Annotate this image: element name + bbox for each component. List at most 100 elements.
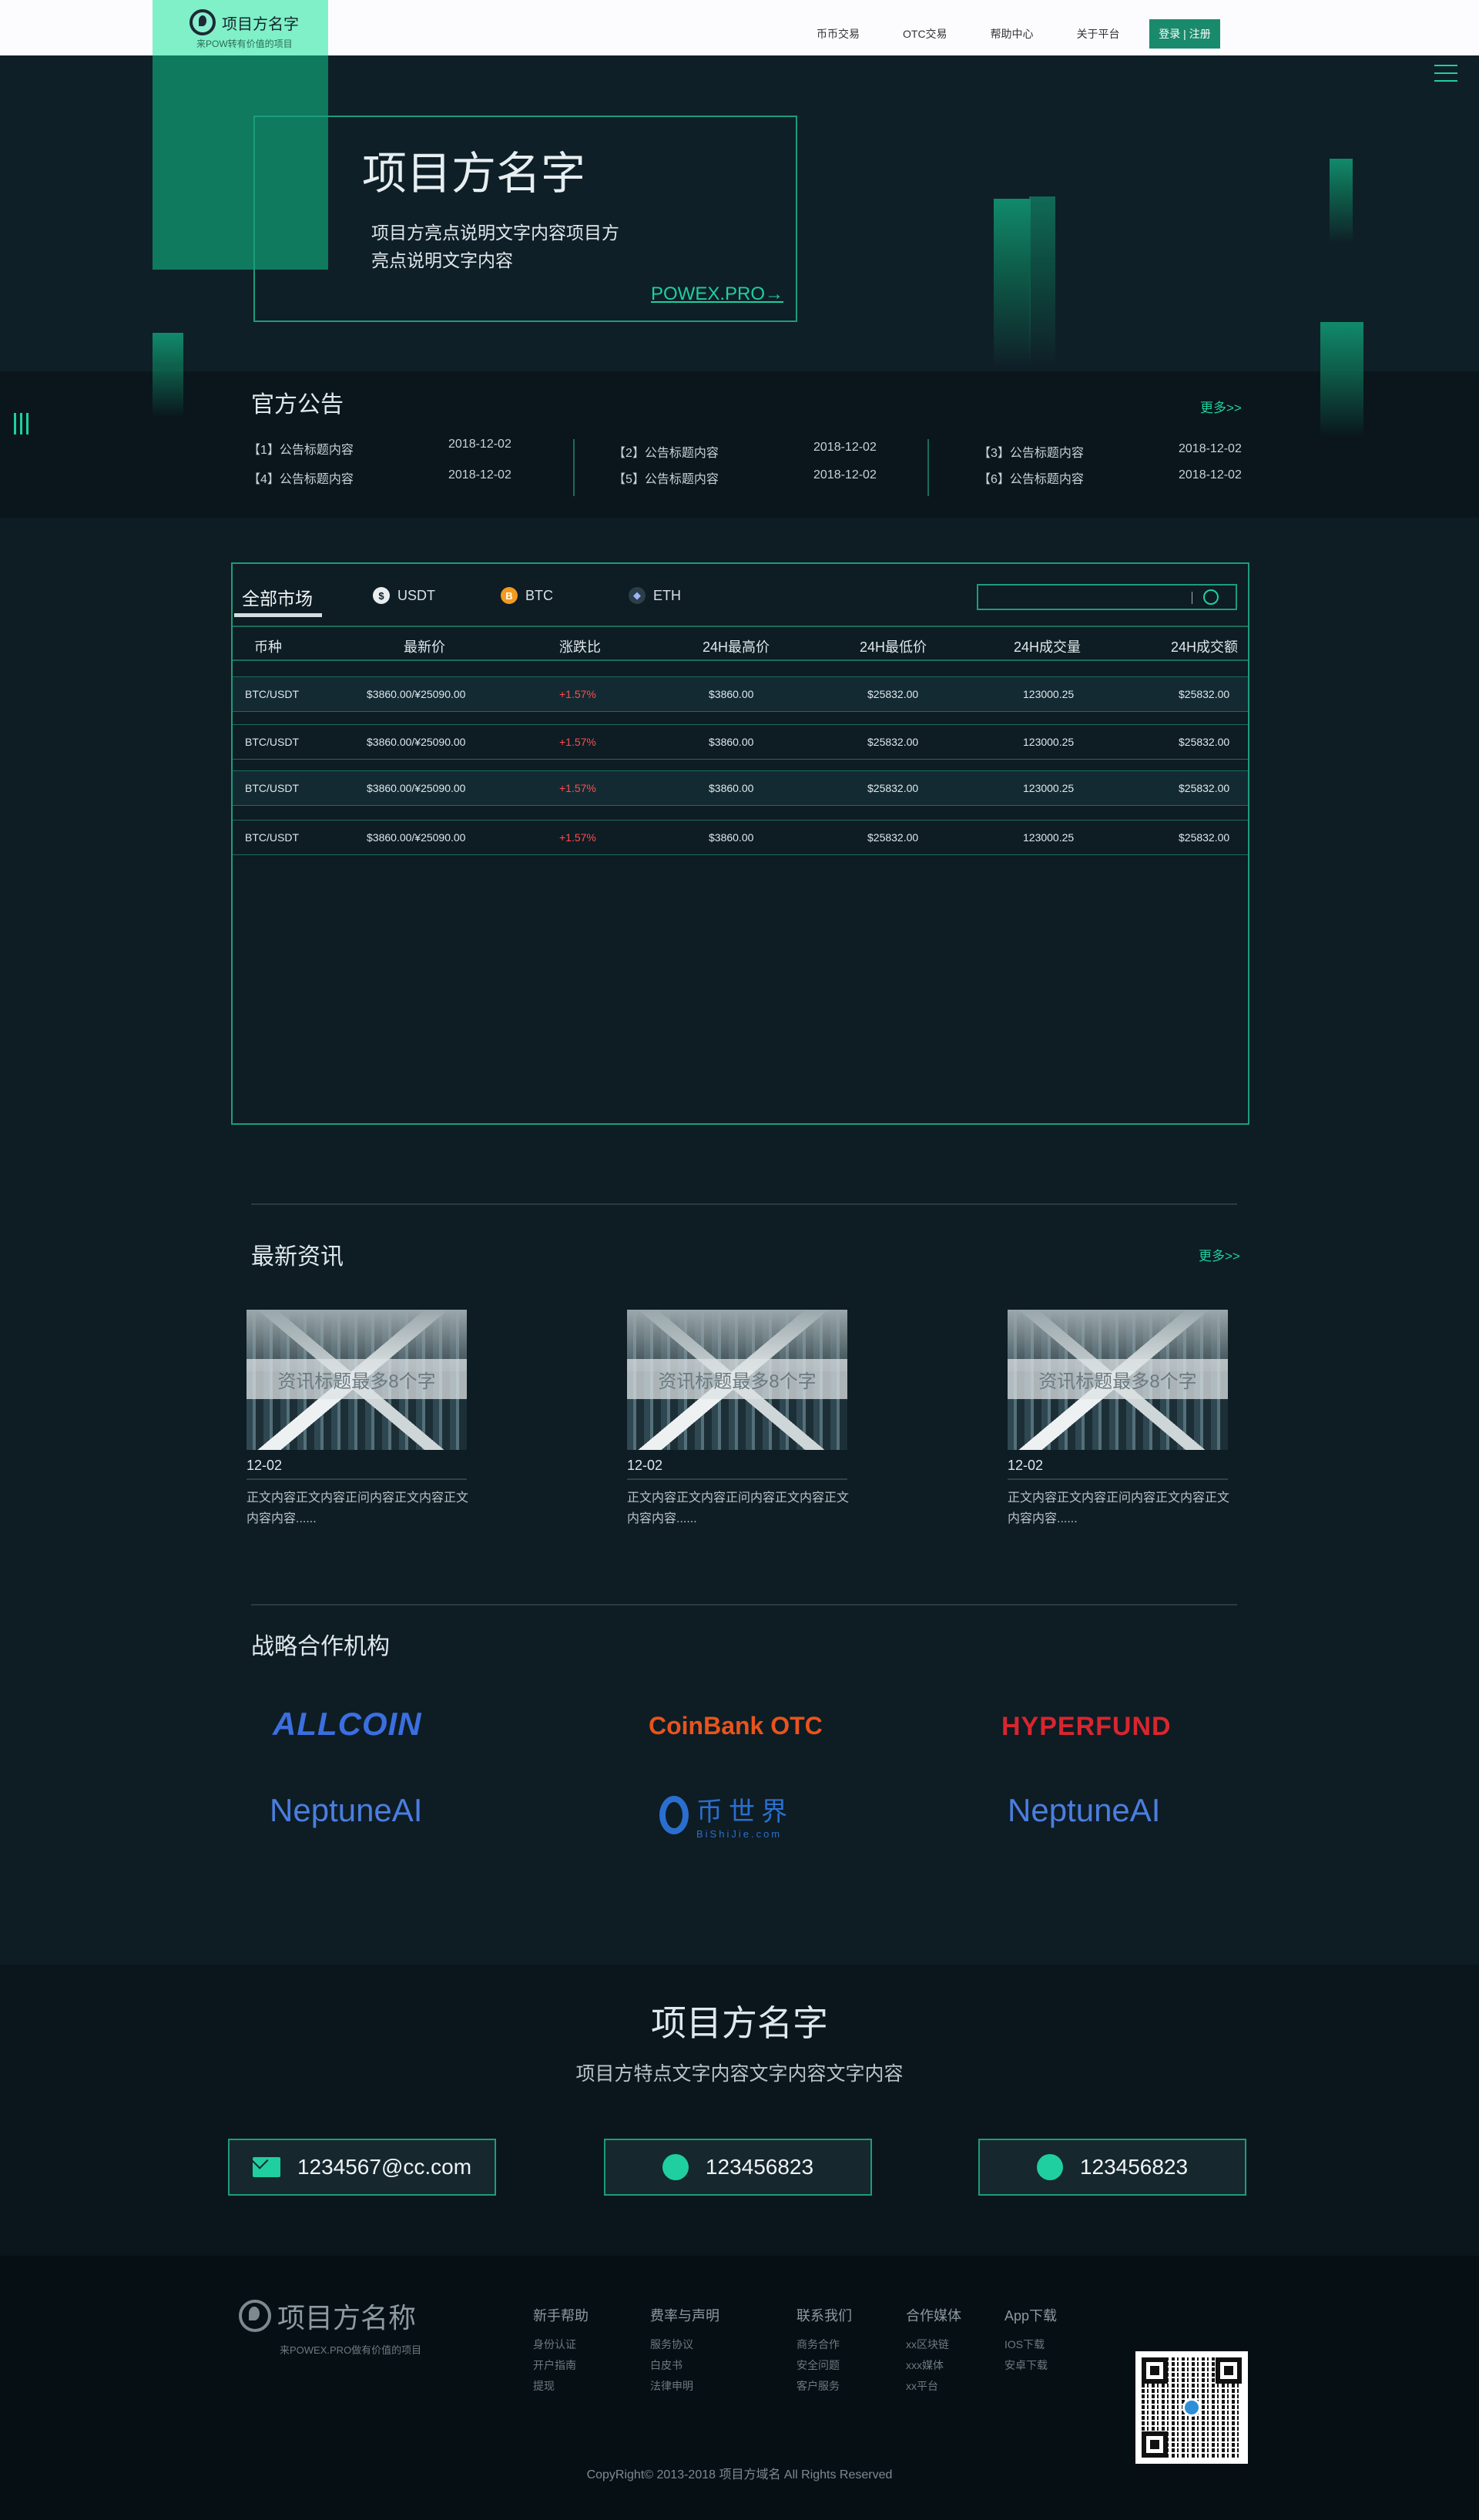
- announcement-item[interactable]: 【3】公告标题内容: [978, 442, 1084, 461]
- announcement-more-link[interactable]: 更多>>: [1200, 397, 1242, 416]
- section-divider: [251, 1203, 1237, 1205]
- footer-link-ios[interactable]: IOS下载: [1004, 2334, 1057, 2355]
- cell-turnover: $25832.00: [1179, 782, 1230, 794]
- col-header-pair[interactable]: 币种: [254, 636, 282, 656]
- partner-neptuneai-logo[interactable]: NeptuneAI: [270, 1792, 422, 1829]
- footer-col-head: 新手帮助: [533, 2308, 589, 2324]
- col-header-price[interactable]: 最新价: [404, 636, 445, 656]
- login-register-button[interactable]: 登录 | 注册: [1149, 19, 1220, 49]
- announcement-item[interactable]: 【1】公告标题内容: [248, 439, 354, 458]
- usdt-icon: $: [373, 587, 390, 604]
- news-caption: 资讯标题最多8个字: [1008, 1359, 1228, 1399]
- partners-section-title: 战略合作机构: [251, 1634, 390, 1659]
- nav-spot-trading[interactable]: 币币交易: [817, 26, 860, 42]
- partner-hyperfund-logo[interactable]: HYPERFUND: [1001, 1712, 1172, 1742]
- brand-title: 项目方名字: [222, 15, 299, 33]
- tab-usdt[interactable]: $ USDT: [373, 587, 435, 604]
- nav-links: 币币交易 OTC交易 帮助中心 关于平台: [817, 26, 1120, 42]
- news-card[interactable]: 资讯标题最多8个字 12-02 正文内容正文内容正问内容正文内容正文内容内容..…: [1008, 1310, 1231, 1529]
- pillar-decoration: [153, 333, 183, 418]
- footer-link[interactable]: 法律申明: [650, 2376, 719, 2397]
- hero-link[interactable]: POWEX.PRO→: [651, 284, 783, 305]
- cell-low: $25832.00: [867, 688, 919, 700]
- news-excerpt: 正文内容正文内容正问内容正文内容正文内容内容......: [627, 1492, 850, 1525]
- partner-allcoin-logo[interactable]: ALLCOIN: [273, 1706, 422, 1743]
- cell-high: $3860.00: [709, 782, 754, 794]
- contact-wechat-box[interactable]: 123456823: [604, 2139, 872, 2196]
- copyright: CopyRight© 2013-2018 项目方域名 All Rights Re…: [586, 2468, 893, 2481]
- footer-link[interactable]: 服务协议: [650, 2334, 719, 2355]
- col-header-turnover[interactable]: 24H成交额: [1171, 636, 1238, 656]
- contact-email-box[interactable]: 1234567@cc.com: [228, 2139, 496, 2196]
- contact-qq: 123456823: [1079, 2155, 1189, 2179]
- footer-link[interactable]: 提现: [533, 2376, 589, 2397]
- announcement-item[interactable]: 【2】公告标题内容: [613, 442, 719, 461]
- bishijie-domain: BiShiJie.com: [696, 1828, 783, 1840]
- table-row[interactable]: BTC/USDT $3860.00/¥25090.00 +1.57% $3860…: [233, 676, 1248, 712]
- announcement-item[interactable]: 【5】公告标题内容: [613, 468, 719, 487]
- cell-low: $25832.00: [867, 782, 919, 794]
- partner-coinbank-logo[interactable]: CoinBank OTC: [649, 1712, 823, 1740]
- menu-icon[interactable]: [1434, 65, 1457, 88]
- footer-link[interactable]: xxx媒体: [906, 2355, 961, 2376]
- tab-eth[interactable]: ◆ ETH: [629, 587, 681, 604]
- news-card[interactable]: 资讯标题最多8个字 12-02 正文内容正文内容正问内容正文内容正文内容内容..…: [627, 1310, 850, 1529]
- footer-link[interactable]: 商务合作: [797, 2334, 852, 2355]
- nav-otc-trading[interactable]: OTC交易: [903, 26, 947, 42]
- search-icon[interactable]: [1203, 589, 1219, 605]
- footer-link[interactable]: xx区块链: [906, 2334, 961, 2355]
- col-header-high[interactable]: 24H最高价: [703, 636, 770, 656]
- brand[interactable]: 项目方名字: [189, 9, 299, 35]
- contact-qq-box[interactable]: 123456823: [978, 2139, 1246, 2196]
- col-header-change[interactable]: 涨跌比: [559, 636, 601, 656]
- hero-description: 项目方亮点说明文字内容项目方亮点说明文字内容: [371, 223, 619, 270]
- table-row[interactable]: BTC/USDT $3860.00/¥25090.00 +1.57% $3860…: [233, 820, 1248, 855]
- nav-help-center[interactable]: 帮助中心: [991, 26, 1034, 42]
- tab-label: BTC: [525, 587, 553, 603]
- cell-pair: BTC/USDT: [245, 736, 299, 748]
- news-date: 12-02: [246, 1458, 467, 1480]
- tab-label: ETH: [653, 587, 681, 603]
- cell-change: +1.57%: [559, 831, 596, 844]
- cell-high: $3860.00: [709, 831, 754, 844]
- qr-finder: [1142, 2431, 1168, 2458]
- tab-btc[interactable]: B BTC: [501, 587, 553, 604]
- news-excerpt: 正文内容正文内容正问内容正文内容正文内容内容......: [246, 1492, 469, 1525]
- news-more-link[interactable]: 更多>>: [1199, 1245, 1240, 1264]
- col-header-volume[interactable]: 24H成交量: [1014, 636, 1081, 656]
- partner-bishijie-logo[interactable]: 币世界 BiShiJie.com: [659, 1790, 793, 1840]
- brand-sub: 来POW转有价值的项目: [196, 39, 293, 49]
- news-section-title: 最新资讯: [251, 1244, 344, 1270]
- cell-volume: 123000.25: [1023, 688, 1075, 700]
- cell-turnover: $25832.00: [1179, 831, 1230, 844]
- cell-turnover: $25832.00: [1179, 688, 1230, 700]
- footer-link[interactable]: 身份认证: [533, 2334, 589, 2355]
- eth-icon: ◆: [629, 587, 646, 604]
- footer-link[interactable]: 安全问题: [797, 2355, 852, 2376]
- footer-col-head: 合作媒体: [906, 2308, 961, 2324]
- footer-link[interactable]: 客户服务: [797, 2376, 852, 2397]
- cell-low: $25832.00: [867, 736, 919, 748]
- footer-link[interactable]: 开户指南: [533, 2355, 589, 2376]
- footer-link[interactable]: 白皮书: [650, 2355, 719, 2376]
- table-row[interactable]: BTC/USDT $3860.00/¥25090.00 +1.57% $3860…: [233, 724, 1248, 760]
- nav-about[interactable]: 关于平台: [1077, 26, 1120, 42]
- tab-all-markets[interactable]: 全部市场: [242, 584, 313, 610]
- cell-low: $25832.00: [867, 831, 919, 844]
- footer-brand[interactable]: 项目方名称: [239, 2296, 416, 2336]
- footer-link-android[interactable]: 安卓下载: [1004, 2355, 1057, 2376]
- pillar-decoration: [994, 199, 1031, 368]
- footer-link[interactable]: xx平台: [906, 2376, 961, 2397]
- table-row[interactable]: BTC/USDT $3860.00/¥25090.00 +1.57% $3860…: [233, 770, 1248, 806]
- announcement-item[interactable]: 【4】公告标题内容: [248, 468, 354, 487]
- news-excerpt: 正文内容正文内容正问内容正文内容正文内容内容......: [1008, 1492, 1230, 1525]
- cell-volume: 123000.25: [1023, 736, 1075, 748]
- announcement-item[interactable]: 【6】公告标题内容: [978, 468, 1084, 487]
- partner-neptuneai-logo[interactable]: NeptuneAI: [1008, 1792, 1160, 1829]
- contact-email: 1234567@cc.com: [297, 2155, 472, 2179]
- news-card[interactable]: 资讯标题最多8个字 12-02 正文内容正文内容正问内容正文内容正文内容内容..…: [246, 1310, 470, 1529]
- footer-col-fees: 费率与声明 服务协议 白皮书 法律申明: [650, 2305, 719, 2397]
- market-search-input[interactable]: [977, 584, 1237, 610]
- announcement-date: 2018-12-02: [1179, 442, 1242, 455]
- col-header-low[interactable]: 24H最低价: [860, 636, 927, 656]
